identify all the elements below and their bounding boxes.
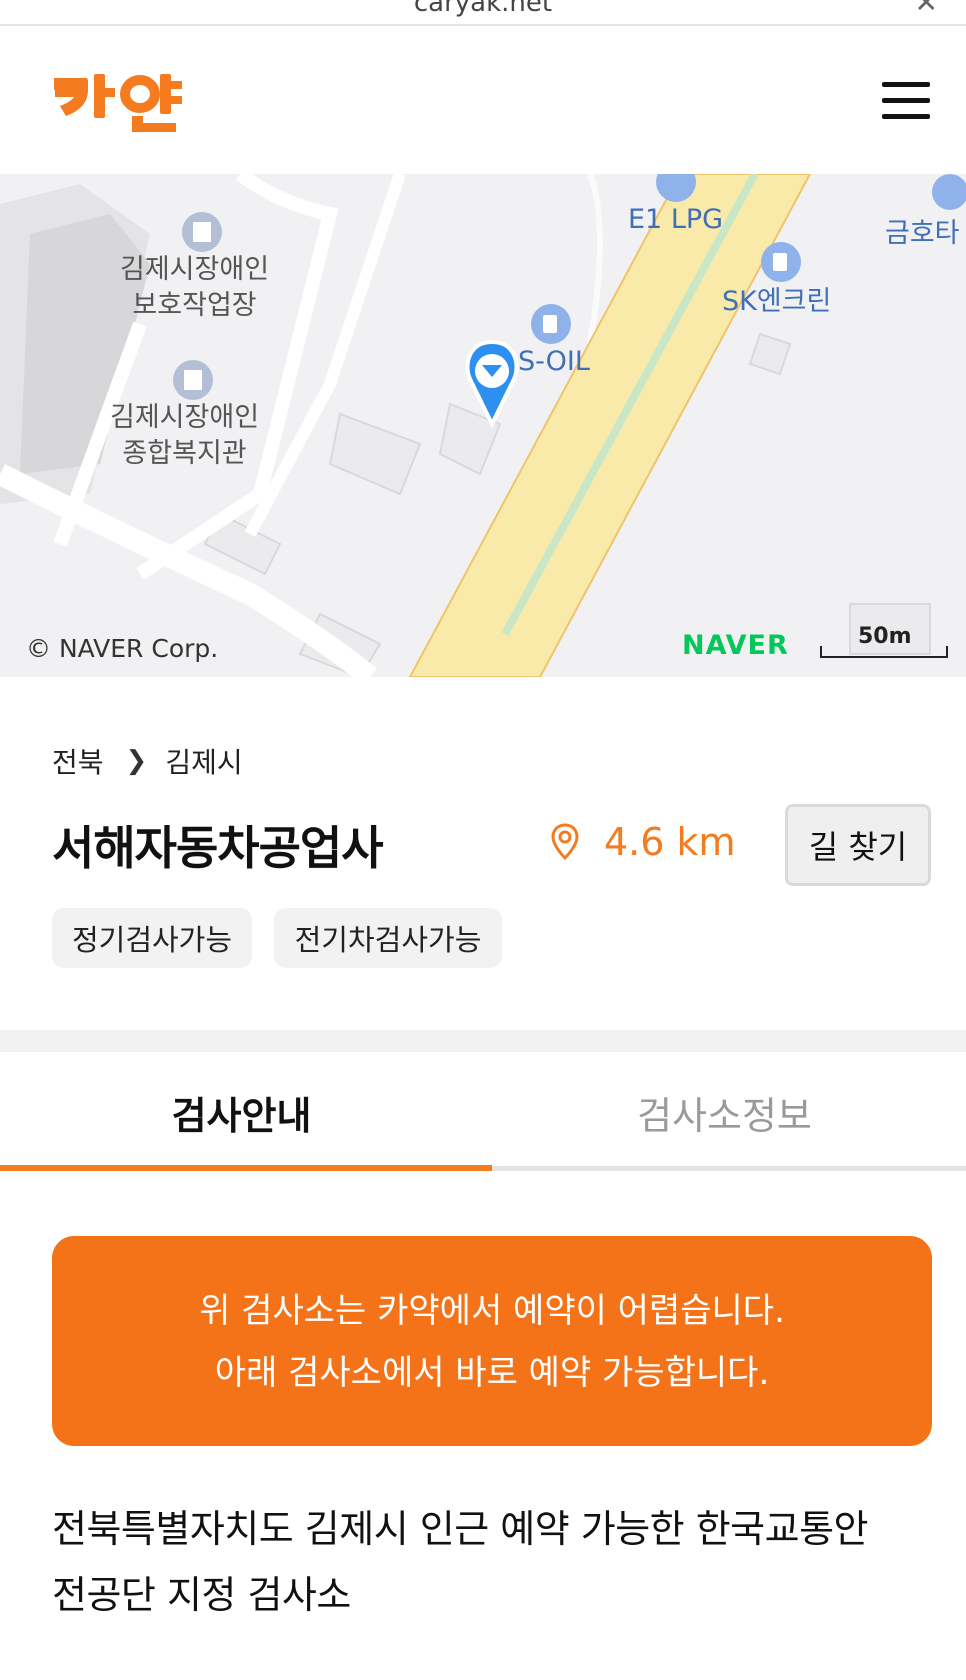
distance-value: 4.6 km (604, 820, 736, 864)
reservation-notice: 위 검사소는 카약에서 예약이 어렵습니다. 아래 검사소에서 바로 예약 가능… (52, 1236, 932, 1446)
poi-e1-lpg[interactable]: E1 LPG (628, 202, 723, 238)
distance-info: 4.6 km (550, 820, 736, 864)
breadcrumb-region[interactable]: 전북 (52, 741, 104, 781)
poi-kumho[interactable]: 금호타 (885, 216, 960, 252)
caryak-logo[interactable] (52, 68, 184, 138)
poi-sk-enclean[interactable]: SK엔크린 (722, 284, 831, 320)
heading-line-1: 전북특별자치도 김제시 인근 예약 가능한 한국교통안 (52, 1507, 869, 1551)
poi-disability-welfare-center[interactable]: 김제시장애인 종합복지관 (110, 400, 259, 472)
map-scale: 50m (820, 624, 948, 658)
location-pin-icon (551, 823, 579, 861)
map-copyright: © NAVER Corp. (26, 634, 219, 663)
notice-line-1: 위 검사소는 카약에서 예약이 어렵습니다. (199, 1291, 785, 1331)
poi-s-oil[interactable]: S-OIL (518, 344, 590, 380)
chevron-right-icon: ❯ (125, 746, 148, 776)
naver-map[interactable]: E1 LPG SK엔크린 금호타 S-OIL 김제시장애인 보호작업장 김제시장… (0, 174, 966, 677)
section-divider (0, 1030, 966, 1052)
hamburger-icon[interactable] (882, 82, 932, 122)
tag-ev-inspection: 전기차검사가능 (274, 908, 502, 968)
tab-inspection-guide[interactable]: 검사안내 (0, 1052, 483, 1172)
shop-name: 서해자동차공업사 (52, 821, 384, 875)
browser-url-bar[interactable]: caryak.net ✕ (0, 0, 966, 26)
breadcrumb-city[interactable]: 김제시 (165, 741, 242, 781)
breadcrumb: 전북 ❯ 김제시 (52, 741, 243, 781)
tab-center-info[interactable]: 검사소정보 (483, 1052, 966, 1172)
nearby-centers-heading: 전북특별자치도 김제시 인근 예약 가능한 한국교통안 전공단 지정 검사소 (52, 1496, 932, 1628)
poi-disability-workshop[interactable]: 김제시장애인 보호작업장 (120, 252, 269, 324)
map-scale-bar (820, 646, 948, 658)
naver-logo: NAVER (682, 630, 789, 661)
find-route-button[interactable]: 길 찾기 (785, 804, 931, 886)
tag-regular-inspection: 정기검사가능 (52, 908, 252, 968)
url-text: caryak.net (413, 0, 553, 18)
site-header (0, 26, 966, 174)
heading-line-2: 전공단 지정 검사소 (52, 1573, 351, 1617)
tab-active-indicator (0, 1165, 492, 1171)
notice-line-2: 아래 검사소에서 바로 예약 가능합니다. (214, 1353, 770, 1393)
close-icon[interactable]: ✕ (915, 0, 938, 19)
